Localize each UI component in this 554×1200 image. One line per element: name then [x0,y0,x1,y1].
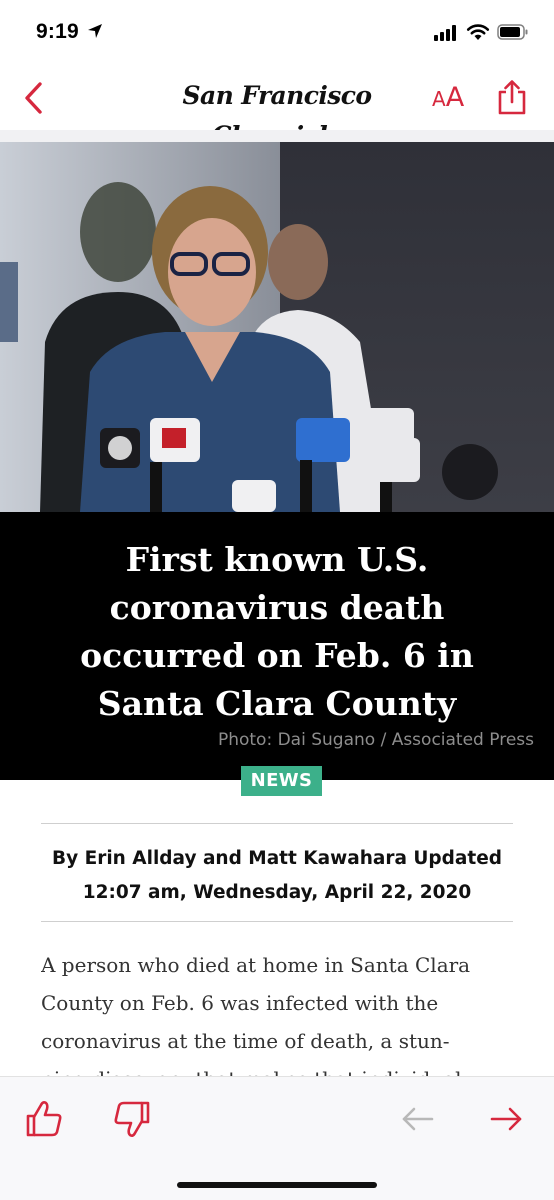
font-size-large-label: A [445,82,465,113]
photo-credit: Photo: Dai Sugano / Associated Press [217,730,534,750]
hero-photo [0,142,554,512]
header-divider [0,130,554,142]
byline-authors: By Erin Allday and Matt Kawahara Updated [51,848,503,869]
byline-timestamp: 12:07 am, Wednesday, April 22, 2020 [82,882,472,903]
press-conference-photo [0,142,554,512]
body-line: County on Feb. 6 was infected with the [41,991,439,1015]
share-icon[interactable] [496,79,528,115]
cellular-signal-icon [434,25,456,41]
thumbs-down-icon[interactable] [110,1097,154,1141]
font-size-small-label: A [432,87,446,111]
font-size-button[interactable]: AA [432,80,464,119]
app-header: San Francisco Chronicle AA [0,62,554,150]
arrow-right-icon[interactable] [484,1097,528,1141]
body-line: coronavirus at the time of death, a stun… [41,1029,450,1053]
battery-icon [497,24,528,40]
status-time: 9:19 [36,20,79,43]
article-body: A person who died at home in Santa Clara… [41,946,521,1076]
byline-divider-bottom [41,921,513,922]
thumbs-up-icon[interactable] [22,1097,66,1141]
body-line: A person who died at home in Santa Clara [41,953,471,977]
article-headline: First known U.S. coronavirus death occur… [80,540,474,723]
headline-block: First known U.S. coronavirus death occur… [0,512,554,780]
byline: By Erin Allday and Matt Kawahara Updated… [41,842,513,910]
section-badge[interactable]: NEWS [241,766,322,796]
body-line: ning discovery that makes that individua… [41,1060,521,1076]
status-bar: 9:19 [0,0,554,62]
wifi-icon [466,24,490,40]
chevron-left-icon[interactable] [20,80,50,116]
byline-divider-top [41,823,513,824]
arrow-left-icon[interactable] [396,1097,440,1141]
location-arrow-icon [88,24,102,38]
home-indicator[interactable] [177,1182,377,1188]
